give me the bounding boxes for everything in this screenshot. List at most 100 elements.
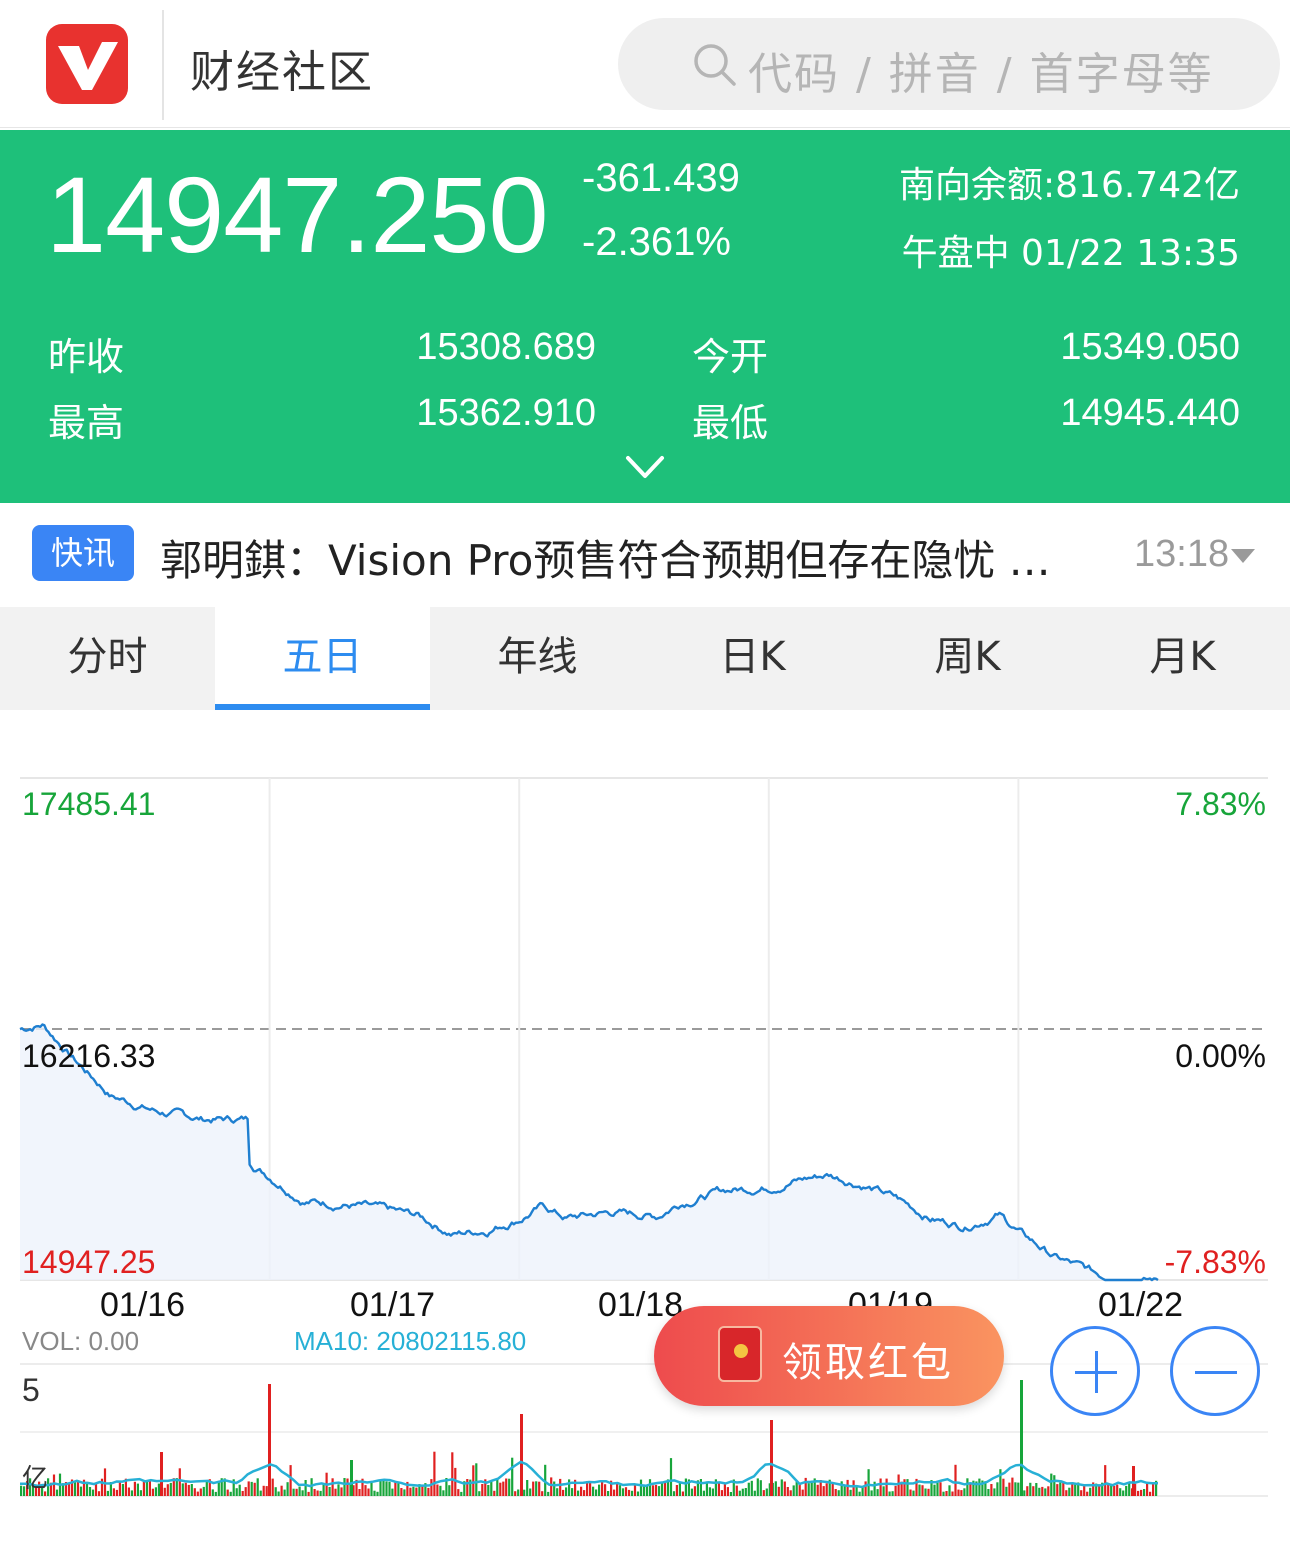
caret-down-icon[interactable] — [1230, 547, 1256, 565]
volume-bar — [966, 1478, 969, 1496]
tab-daily-k[interactable]: 日K — [645, 607, 860, 710]
volume-bar — [97, 1491, 101, 1496]
search-input[interactable]: 代码 / 拼音 / 首字母等 — [618, 18, 1280, 110]
volume-bar — [720, 1490, 723, 1496]
volume-bar — [139, 1490, 142, 1496]
axis-top-price: 17485.41 — [22, 786, 156, 822]
volume-bar — [529, 1488, 532, 1496]
tab-five-day[interactable]: 五日 — [215, 607, 430, 710]
volume-bar — [148, 1479, 151, 1496]
volume-bar — [178, 1468, 181, 1496]
tab-yearly[interactable]: 年线 — [430, 607, 645, 710]
volume-spike — [1132, 1466, 1135, 1496]
volume-bar — [933, 1484, 936, 1496]
volume-bar — [556, 1488, 559, 1496]
volume-bar — [699, 1479, 702, 1496]
volume-spike — [1020, 1380, 1023, 1496]
tab-intraday[interactable]: 分时 — [0, 607, 215, 710]
volume-bar — [553, 1481, 556, 1496]
zoom-out-button[interactable] — [1170, 1326, 1260, 1416]
volume-bar — [750, 1480, 753, 1496]
volume-bar — [460, 1491, 463, 1496]
volume-bar — [439, 1485, 442, 1496]
volume-bar — [229, 1491, 232, 1496]
volume-bar — [924, 1488, 927, 1496]
volume-bar — [1032, 1486, 1035, 1496]
volume-bar — [130, 1490, 133, 1496]
volume-bar — [690, 1488, 693, 1496]
volume-bar — [451, 1452, 454, 1496]
volume-bar — [630, 1490, 634, 1496]
volume-bar — [430, 1479, 433, 1496]
volume-bar — [526, 1480, 529, 1496]
open-label: 今开 — [692, 335, 769, 379]
volume-bar — [1098, 1485, 1101, 1496]
volume-bar — [613, 1489, 616, 1496]
volume-bar — [508, 1478, 511, 1496]
volume-bar — [1125, 1485, 1128, 1496]
volume-bar — [79, 1486, 83, 1496]
volume-bar — [481, 1484, 484, 1496]
volume-bar — [1149, 1491, 1152, 1496]
volume-bar — [88, 1487, 92, 1496]
volume-bar — [726, 1487, 729, 1496]
high-value: 15362.910 — [416, 392, 596, 434]
volume-bar — [1014, 1482, 1017, 1496]
volume-bar — [627, 1489, 631, 1496]
volume-bar — [415, 1487, 418, 1496]
volume-bar — [702, 1490, 705, 1496]
tab-monthly-k[interactable]: 月K — [1075, 607, 1290, 710]
volume-bar — [292, 1488, 295, 1496]
volume-bar — [1137, 1490, 1140, 1496]
five-day-chart[interactable]: 17485.41 16216.33 14947.25 7.83% 0.00% -… — [0, 710, 1290, 1553]
volume-bar — [193, 1488, 196, 1496]
volume-bar — [373, 1490, 376, 1496]
tab-weekly-k[interactable]: 周K — [860, 607, 1075, 710]
volume-spike — [350, 1460, 353, 1496]
price-change-percent: -2.361% — [582, 220, 731, 264]
volume-bar — [235, 1488, 238, 1496]
volume-bar — [199, 1488, 202, 1496]
volume-bar — [1056, 1484, 1059, 1496]
volume-bar — [541, 1491, 544, 1496]
volume-bar — [142, 1481, 145, 1496]
volume-bar — [1080, 1490, 1083, 1496]
news-headline[interactable]: 郭明錤：Vision Pro预售符合预期但存在隐忧 … — [160, 527, 1110, 588]
chevron-down-icon[interactable] — [624, 452, 666, 482]
prev-close-value: 15308.689 — [416, 326, 596, 368]
volume-bar — [1008, 1482, 1011, 1496]
volume-bar — [678, 1482, 681, 1496]
volume-spike — [770, 1420, 773, 1496]
volume-bar — [391, 1488, 394, 1496]
news-ticker[interactable]: 快讯 郭明錤：Vision Pro预售符合预期但存在隐忧 … 13:18 — [0, 503, 1290, 607]
volume-bar — [1128, 1482, 1131, 1496]
zoom-in-button[interactable] — [1050, 1326, 1140, 1416]
volume-bar — [1140, 1489, 1143, 1496]
volume-bar — [259, 1490, 262, 1496]
volume-bar — [741, 1488, 744, 1496]
volume-bar — [1026, 1486, 1029, 1496]
volume-bar — [343, 1478, 346, 1496]
volume-label: VOL: 0.00 — [22, 1326, 140, 1356]
volume-bar — [196, 1491, 199, 1496]
volume-bar — [604, 1484, 607, 1496]
volume-bar — [765, 1488, 768, 1496]
news-badge: 快讯 — [32, 525, 134, 581]
volume-bar — [960, 1490, 963, 1496]
volume-ma-line — [20, 1460, 1158, 1489]
volume-bar — [903, 1479, 906, 1496]
volume-bar — [94, 1483, 98, 1496]
volume-bar — [262, 1485, 265, 1496]
volume-bar — [283, 1489, 286, 1496]
volume-bar — [592, 1486, 595, 1496]
red-packet-button[interactable]: 领取红包 — [654, 1306, 1004, 1406]
volume-spike — [520, 1414, 523, 1496]
volume-bar — [121, 1484, 124, 1496]
volume-bar — [370, 1482, 373, 1496]
app-logo-icon[interactable] — [46, 24, 128, 104]
search-icon — [694, 44, 736, 86]
volume-scale-unit: 亿 — [22, 1463, 49, 1493]
volume-bar — [403, 1489, 406, 1496]
volume-bar — [532, 1481, 535, 1496]
volume-bar — [936, 1482, 939, 1496]
